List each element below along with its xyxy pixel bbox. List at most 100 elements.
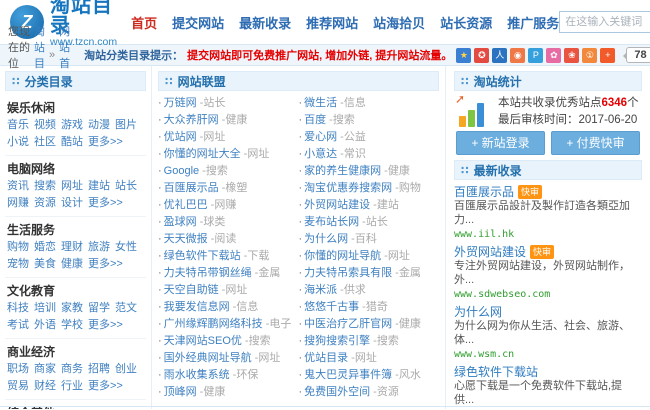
category-link[interactable]: 商务 xyxy=(61,361,83,378)
site-link[interactable]: 小意达 xyxy=(304,148,337,160)
category-link[interactable]: 图片 xyxy=(115,117,137,134)
category-link[interactable]: 创业 xyxy=(115,361,137,378)
category-link[interactable]: 更多>> xyxy=(88,134,123,151)
nav-item[interactable]: 推广服务 xyxy=(507,13,559,32)
category-link[interactable]: 留学 xyxy=(88,300,110,317)
site-link[interactable]: 天天微报 xyxy=(164,233,208,245)
site-link[interactable]: 优礼巴巴 xyxy=(164,199,208,211)
category-link[interactable]: 动漫 xyxy=(88,117,110,134)
nav-item[interactable]: 最新收录 xyxy=(239,13,291,32)
site-link[interactable]: 悠悠千古事 xyxy=(304,301,359,313)
latest-item-title[interactable]: 绿色软件下载站 xyxy=(454,365,538,379)
category-link[interactable]: 女性 xyxy=(115,239,137,256)
category-link[interactable]: 社区 xyxy=(34,134,56,151)
latest-item-url[interactable]: www.sdwebseo.com xyxy=(454,288,642,301)
site-link[interactable]: 百度 xyxy=(304,114,326,126)
site-link[interactable]: 雨水收集系统 xyxy=(164,369,230,381)
site-link[interactable]: 国外经典网址导航 xyxy=(164,352,252,364)
site-link[interactable]: 爱心网 xyxy=(304,131,337,143)
site-link[interactable]: 麦布站长网 xyxy=(304,216,359,228)
category-link[interactable]: 招聘 xyxy=(88,361,110,378)
category-link[interactable]: 游戏 xyxy=(61,117,83,134)
site-link[interactable]: 鬼大巴灵异事件簿 xyxy=(304,369,392,381)
category-link[interactable]: 贸易 xyxy=(7,378,29,395)
category-link[interactable]: 站长 xyxy=(115,178,137,195)
category-link[interactable]: 科技 xyxy=(7,300,29,317)
share-count[interactable]: 78 xyxy=(626,47,650,63)
share-renren-icon[interactable]: 人 xyxy=(492,48,507,63)
nav-item[interactable]: 首页 xyxy=(131,13,157,32)
nav-item[interactable]: 提交网站 xyxy=(172,13,224,32)
share-more-icon[interactable]: + xyxy=(600,48,615,63)
site-link[interactable]: 淘宝优惠券搜索网 xyxy=(304,182,392,194)
category-link[interactable]: 酷站 xyxy=(61,134,83,151)
site-link[interactable]: 搜狗搜索引擎 xyxy=(304,335,370,347)
category-link[interactable]: 行业 xyxy=(61,378,83,395)
share-star-icon[interactable]: ★ xyxy=(456,48,471,63)
site-link[interactable]: 百匯展示品 xyxy=(164,182,219,194)
nav-item[interactable]: 推荐网站 xyxy=(306,13,358,32)
site-link[interactable]: 家的养生健康网 xyxy=(304,165,381,177)
search-input[interactable] xyxy=(559,11,650,33)
share-baidu-icon[interactable]: ❀ xyxy=(564,48,579,63)
nav-item[interactable]: 站海拾贝 xyxy=(373,13,425,32)
site-link[interactable]: 天空自助链 xyxy=(164,284,219,296)
site-link[interactable]: 优站目录 xyxy=(304,352,348,364)
category-link[interactable]: 资讯 xyxy=(7,178,29,195)
category-link[interactable]: 网址 xyxy=(61,178,83,195)
category-link[interactable]: 考试 xyxy=(7,317,29,334)
share-camera-icon[interactable]: ◉ xyxy=(510,48,525,63)
category-link[interactable]: 家教 xyxy=(61,300,83,317)
site-link[interactable]: 大众养肝网 xyxy=(164,114,219,126)
category-link[interactable]: 健康 xyxy=(61,256,83,273)
site-link[interactable]: 力夫特吊带钢丝绳 xyxy=(164,267,252,279)
latest-item-title[interactable]: 为什么网 xyxy=(454,305,502,319)
category-link[interactable]: 音乐 xyxy=(7,117,29,134)
category-link[interactable]: 培训 xyxy=(34,300,56,317)
latest-item-title[interactable]: 外贸网站建设 xyxy=(454,245,526,259)
latest-item-url[interactable]: www.iil.hk xyxy=(454,228,642,241)
category-link[interactable]: 学校 xyxy=(61,317,83,334)
category-link[interactable]: 更多>> xyxy=(88,317,123,334)
paid-fast-review-button[interactable]: + 付费快审 xyxy=(551,131,640,155)
category-link[interactable]: 婚恋 xyxy=(34,239,56,256)
site-link[interactable]: 为什么网 xyxy=(304,233,348,245)
category-link[interactable]: 旅游 xyxy=(88,239,110,256)
site-link[interactable]: 万链网 xyxy=(164,97,197,109)
site-link[interactable]: 力夫特吊索具有限 xyxy=(304,267,392,279)
site-link[interactable]: 中医治疗乙肝官网 xyxy=(304,318,392,330)
site-link[interactable]: Google xyxy=(164,165,199,177)
site-link[interactable]: 海米派 xyxy=(304,284,337,296)
category-link[interactable]: 范文 xyxy=(115,300,137,317)
latest-item-title[interactable]: 百匯展示品 xyxy=(454,185,514,199)
latest-item-url[interactable]: www.wishdown.com xyxy=(454,408,642,409)
site-link[interactable]: 优站网 xyxy=(164,131,197,143)
category-link[interactable]: 理财 xyxy=(61,239,83,256)
category-link[interactable]: 商家 xyxy=(34,361,56,378)
category-link[interactable]: 小说 xyxy=(7,134,29,151)
category-link[interactable]: 美食 xyxy=(34,256,56,273)
category-link[interactable]: 外语 xyxy=(34,317,56,334)
category-link[interactable]: 设计 xyxy=(61,195,83,212)
category-link[interactable]: 财经 xyxy=(34,378,56,395)
share-qzone-icon[interactable]: ✿ xyxy=(546,48,561,63)
site-link[interactable]: 外贸网站建设 xyxy=(304,199,370,211)
share-favorite-icon[interactable]: ✪ xyxy=(474,48,489,63)
category-link[interactable]: 更多>> xyxy=(88,378,123,395)
site-link[interactable]: 你懂的网址导航 xyxy=(304,250,381,262)
category-link[interactable]: 视频 xyxy=(34,117,56,134)
category-link[interactable]: 搜索 xyxy=(34,178,56,195)
site-link[interactable]: 微生活 xyxy=(304,97,337,109)
new-site-signup-button[interactable]: + 新站登录 xyxy=(456,131,545,155)
nav-item[interactable]: 站长资源 xyxy=(440,13,492,32)
category-link[interactable]: 资源 xyxy=(34,195,56,212)
category-link[interactable]: 更多>> xyxy=(88,256,123,273)
site-link[interactable]: 免费国外空间 xyxy=(304,386,370,398)
latest-item-url[interactable]: www.wsm.cn xyxy=(454,348,642,361)
site-link[interactable]: 盈球网 xyxy=(164,216,197,228)
site-link[interactable]: 你懂的网址大全 xyxy=(164,148,241,160)
category-link[interactable]: 购物 xyxy=(7,239,29,256)
site-link[interactable]: 顶峰网 xyxy=(164,386,197,398)
site-link[interactable]: 广州缘辉鹏网络科技 xyxy=(164,318,263,330)
site-link[interactable]: 绿色软件下载站 xyxy=(164,250,241,262)
